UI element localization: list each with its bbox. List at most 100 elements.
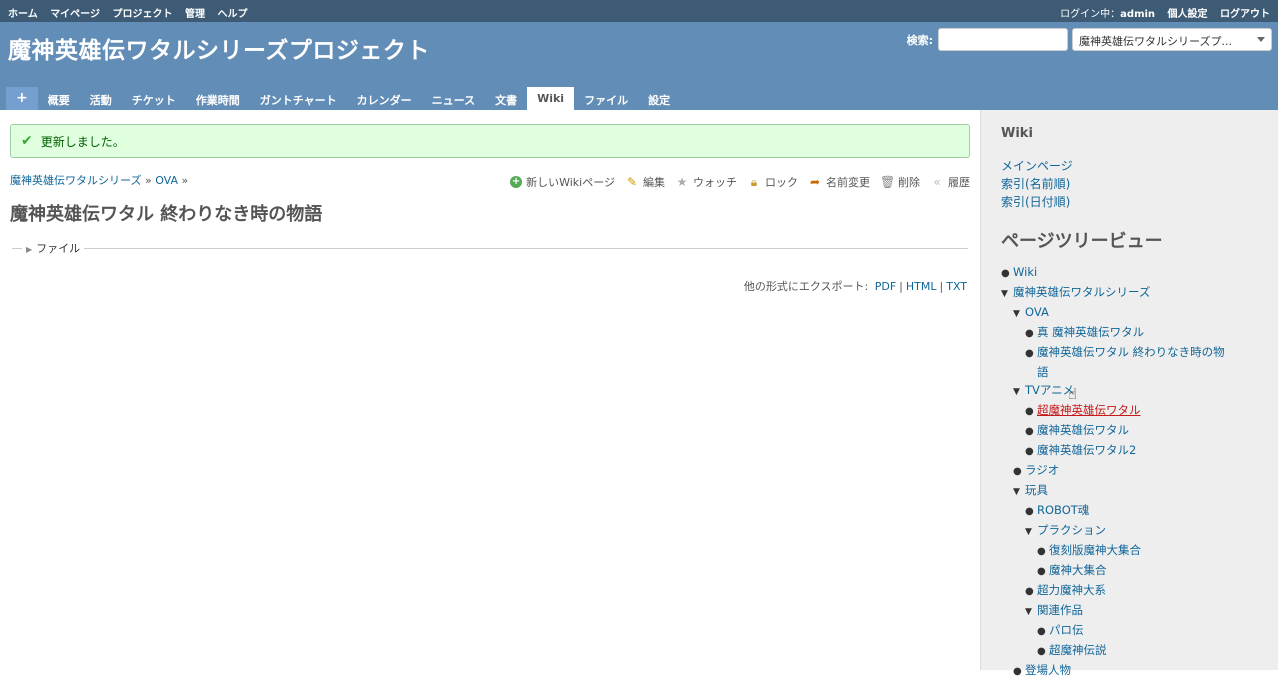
- tree-link[interactable]: Wiki: [1013, 265, 1037, 279]
- tab-overview[interactable]: 概要: [38, 87, 80, 110]
- top-menu-right: ログイン中：admin 個人設定 ログアウト: [1042, 5, 1270, 20]
- search-input[interactable]: [938, 28, 1068, 51]
- tree-link[interactable]: 語: [1037, 365, 1049, 379]
- new-wiki-page-button[interactable]: + 新しいWikiページ: [510, 174, 615, 190]
- tree-link[interactable]: 魔神英雄伝ワタル: [1037, 423, 1129, 437]
- sidebar-heading: Wiki: [1001, 126, 1033, 141]
- new-object-button[interactable]: +: [6, 87, 38, 110]
- top-link-my-page[interactable]: マイページ: [50, 9, 100, 20]
- triangle-down-icon[interactable]: ▼: [1013, 383, 1025, 401]
- tree-link[interactable]: ラジオ: [1025, 463, 1059, 477]
- history-icon: «: [933, 175, 941, 189]
- triangle-down-icon[interactable]: ▼: [1001, 285, 1013, 303]
- tree-link[interactable]: 真 魔神英雄伝ワタル: [1037, 325, 1144, 339]
- sidebar-links: メインページ 索引(名前順) 索引(日付順): [1001, 157, 1262, 211]
- tree-item: ● Wiki: [1001, 263, 1262, 283]
- tree-link[interactable]: 超魔神伝説: [1049, 643, 1107, 657]
- tree-link[interactable]: 玩具: [1025, 483, 1048, 497]
- tree-link[interactable]: 関連作品: [1037, 603, 1083, 617]
- tree-link[interactable]: パロ伝: [1049, 623, 1084, 637]
- triangle-down-icon[interactable]: ▼: [1013, 483, 1025, 501]
- triangle-down-icon[interactable]: ▼: [1013, 305, 1025, 323]
- page-tree-heading: ページツリービュー: [1001, 231, 1163, 252]
- breadcrumb-parent-link[interactable]: 魔神英雄伝ワタルシリーズ: [10, 174, 141, 187]
- lock-button[interactable]: 🔒︎ ロック: [747, 174, 798, 190]
- search-label: 検索:: [906, 33, 933, 47]
- sidebar-link-index-by-title[interactable]: 索引(名前順): [1001, 175, 1262, 193]
- rename-button[interactable]: ➦ 名前変更: [808, 174, 870, 190]
- bullet-icon: ●: [1025, 426, 1034, 437]
- tree-link[interactable]: 魔神英雄伝ワタル2: [1037, 443, 1136, 457]
- logout-link[interactable]: ログアウト: [1220, 9, 1270, 20]
- export-txt-link[interactable]: TXT: [946, 280, 967, 293]
- delete-label: 削除: [898, 176, 920, 189]
- tab-gantt[interactable]: ガントチャート: [250, 87, 347, 110]
- project-jump-select[interactable]: 魔神英雄伝ワタルシリーズプ...: [1072, 28, 1272, 51]
- tree-item: ● 真 魔神英雄伝ワタル: [1001, 323, 1262, 343]
- page-tree: ● Wiki ▼ 魔神英雄伝ワタルシリーズ ▼ OVA ● 真 魔神英雄伝ワタル ● 魔神…: [1001, 263, 1262, 681]
- tree-link[interactable]: ROBOT魂: [1037, 503, 1089, 517]
- triangle-down-icon[interactable]: ▼: [1025, 603, 1037, 621]
- lock-icon: 🔒︎: [750, 174, 758, 189]
- export-html-link[interactable]: HTML: [906, 280, 937, 293]
- page-header-row: 魔神英雄伝ワタルシリーズ » OVA » + 新しいWikiページ ✎ 編集 ★ ウォ…: [10, 172, 970, 194]
- tab-documents[interactable]: 文書: [485, 87, 527, 110]
- tab-settings[interactable]: 設定: [638, 87, 680, 110]
- bullet-icon: ●: [1025, 446, 1034, 457]
- tree-link[interactable]: 魔神英雄伝ワタルシリーズ: [1013, 285, 1150, 299]
- tab-files[interactable]: ファイル: [574, 87, 638, 110]
- tree-item: ● 復刻版魔神大集合: [1001, 541, 1262, 561]
- trash-icon: 🗑︎: [880, 175, 896, 189]
- tab-calendar[interactable]: カレンダー: [347, 87, 422, 110]
- tab-activity[interactable]: 活動: [80, 87, 122, 110]
- lock-label: ロック: [765, 176, 798, 189]
- bullet-icon: ●: [1025, 328, 1034, 339]
- tab-issues[interactable]: チケット: [122, 87, 186, 110]
- tree-item: ▼ 関連作品: [1001, 601, 1262, 621]
- tree-item: ● 超魔神英雄伝ワタル: [1001, 401, 1262, 421]
- tree-link[interactable]: TVアニメ: [1025, 383, 1074, 397]
- my-account-link[interactable]: 個人設定: [1168, 9, 1208, 20]
- edit-label: 編集: [643, 176, 665, 189]
- logged-user-link[interactable]: admin: [1120, 9, 1155, 20]
- wiki-actions: + 新しいWikiページ ✎ 編集 ★ ウォッチ 🔒︎ ロック ➦ 名前変更 🗑︎ 削除 «…: [500, 174, 970, 190]
- tree-link[interactable]: 魔神大集合: [1049, 563, 1107, 577]
- bullet-icon: ●: [1013, 466, 1022, 477]
- triangle-down-icon[interactable]: ▼: [1025, 523, 1037, 541]
- tree-link-hovered[interactable]: 超魔神英雄伝ワタル: [1037, 403, 1141, 417]
- export-pdf-link[interactable]: PDF: [875, 280, 896, 293]
- top-link-home[interactable]: ホーム: [8, 9, 38, 20]
- breadcrumb-child-link[interactable]: OVA: [155, 174, 178, 187]
- tree-link[interactable]: 登場人物: [1025, 663, 1071, 677]
- sidebar-link-main-page[interactable]: メインページ: [1001, 157, 1262, 175]
- tab-wiki[interactable]: Wiki: [527, 87, 575, 110]
- history-button[interactable]: « 履歴: [930, 174, 970, 190]
- tab-news[interactable]: ニュース: [422, 87, 485, 110]
- attachments-toggle[interactable]: ▶ ファイル: [22, 240, 84, 256]
- delete-button[interactable]: 🗑︎ 削除: [880, 174, 920, 190]
- tab-time-entries[interactable]: 作業時間: [186, 87, 250, 110]
- tree-link[interactable]: 復刻版魔神大集合: [1049, 543, 1141, 557]
- tree-item: ● パロ伝: [1001, 621, 1262, 641]
- top-link-projects[interactable]: プロジェクト: [112, 9, 172, 20]
- tree-link[interactable]: プラクション: [1037, 523, 1106, 537]
- tree-item: ● 超魔神伝説: [1001, 641, 1262, 661]
- edit-button[interactable]: ✎ 編集: [625, 174, 665, 190]
- chevron-down-icon: [1257, 37, 1265, 42]
- bullet-icon: ●: [1025, 406, 1034, 417]
- watch-button[interactable]: ★ ウォッチ: [675, 174, 737, 190]
- sidebar-link-index-by-date[interactable]: 索引(日付順): [1001, 193, 1262, 211]
- rename-label: 名前変更: [826, 176, 870, 189]
- main-content: ✔ 更新しました。 魔神英雄伝ワタルシリーズ » OVA » + 新しいWikiペ…: [0, 110, 980, 670]
- tree-link[interactable]: OVA: [1025, 305, 1049, 319]
- project-jump-value: 魔神英雄伝ワタルシリーズプ...: [1079, 35, 1232, 48]
- flash-notice: ✔ 更新しました。: [10, 124, 970, 158]
- top-link-help[interactable]: ヘルプ: [217, 9, 247, 20]
- tree-link[interactable]: 魔神英雄伝ワタル 終わりなき時の物: [1037, 345, 1225, 359]
- tree-item: ▼ プラクション: [1001, 521, 1262, 541]
- export-separator: |: [939, 280, 944, 293]
- top-link-admin[interactable]: 管理: [185, 9, 205, 20]
- tree-item: ● ラジオ: [1001, 461, 1262, 481]
- tree-link[interactable]: 超力魔神大系: [1037, 583, 1106, 597]
- bullet-icon: ●: [1037, 546, 1046, 557]
